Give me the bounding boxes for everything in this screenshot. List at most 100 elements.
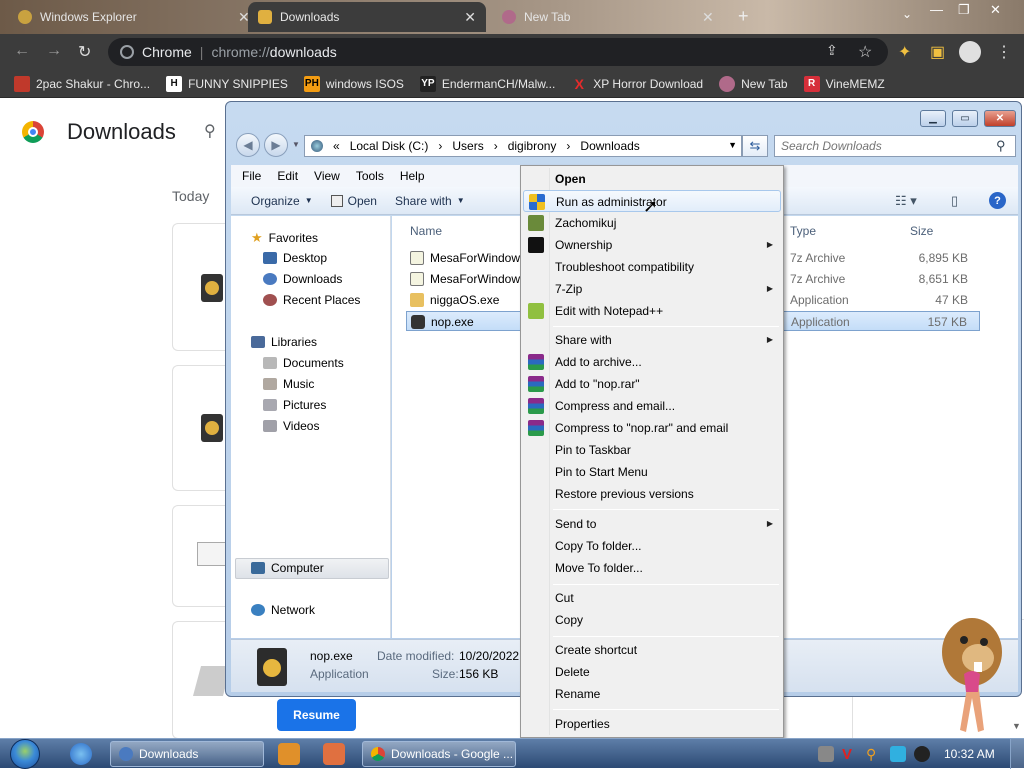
nav-computer[interactable]: Computer [251, 561, 324, 575]
menu-item-copy-to-folder[interactable]: Copy To folder... [523, 535, 781, 557]
menu-item-create-shortcut[interactable]: Create shortcut [523, 639, 781, 661]
tab-search-chevron-icon[interactable]: ⌄ [902, 7, 912, 21]
open-button[interactable]: Open [330, 194, 377, 208]
bookmark-item[interactable]: R VineMEMZ [803, 75, 885, 92]
bookmark-item[interactable]: PH windows ISOS [303, 75, 404, 92]
search-icon[interactable]: ⚲ [996, 138, 1006, 154]
organize-button[interactable]: Organize ▼ [251, 194, 313, 208]
download-card[interactable] [172, 621, 232, 739]
taskbar-task-downloads[interactable]: Downloads [110, 741, 264, 767]
menu-item-troubleshoot-compatibility[interactable]: Troubleshoot compatibility [523, 256, 781, 278]
search-icon[interactable]: ⚲ [204, 121, 216, 141]
menu-item-ownership[interactable]: Ownership ▶ [523, 234, 781, 256]
tray-display-icon[interactable] [890, 746, 906, 762]
start-button[interactable] [10, 739, 40, 769]
bookmark-item[interactable]: YP EndermanCH/Malw... [419, 75, 555, 92]
tab-windows-explorer[interactable]: Windows Explorer ✕ [8, 2, 260, 32]
menu-file[interactable]: File [242, 169, 261, 183]
view-options-icon[interactable]: ☷ ▾ [895, 193, 917, 209]
menu-item-rename[interactable]: Rename [523, 683, 781, 705]
breadcrumb-local-disk[interactable]: Local Disk (C:) [350, 139, 429, 153]
download-card[interactable] [172, 365, 232, 491]
breadcrumb-separator-icon[interactable]: › [494, 139, 498, 153]
bookmark-item[interactable]: 2pac Shakur - Chro... [14, 75, 150, 92]
extensions-puzzle-icon[interactable]: ✦ [898, 42, 911, 62]
menu-item-edit-with-notepad[interactable]: Edit with Notepad++ [523, 300, 781, 322]
nav-favorites[interactable]: ★ Favorites [251, 230, 318, 246]
menu-item-7zip[interactable]: 7-Zip ▶ [523, 278, 781, 300]
close-icon[interactable]: ✕ [464, 9, 476, 26]
tray-volume-icon[interactable] [914, 746, 930, 762]
search-downloads-input[interactable] [774, 135, 1016, 157]
address-bar[interactable]: « Local Disk (C:) › Users › digibrony › … [304, 135, 742, 157]
menu-item-add-to-nop-rar[interactable]: Add to "nop.rar" [523, 373, 781, 395]
recent-pages-chevron-icon[interactable]: ▼ [292, 140, 300, 149]
menu-help[interactable]: Help [400, 169, 425, 183]
address-dropdown-icon[interactable]: ▼ [728, 140, 737, 150]
window-close-icon[interactable]: ✕ [990, 2, 1001, 18]
tab-downloads[interactable]: Downloads ✕ [248, 2, 486, 32]
menu-view[interactable]: View [314, 169, 340, 183]
close-icon[interactable]: ✕ [702, 9, 714, 26]
breadcrumb-overflow[interactable]: « [333, 139, 340, 153]
menu-item-compress-and-email[interactable]: Compress and email... [523, 395, 781, 417]
resume-button[interactable]: Resume [277, 699, 356, 731]
tray-search-icon[interactable]: ⚲ [866, 746, 882, 762]
share-icon[interactable]: ⇪ [826, 42, 838, 59]
taskbar-clock[interactable]: 10:32 AM [944, 747, 995, 761]
column-header-type[interactable]: Type [790, 224, 816, 238]
side-panel-icon[interactable]: ▣ [930, 42, 945, 62]
explorer-close-button[interactable]: ✕ [984, 110, 1016, 127]
menu-item-share-with[interactable]: Share with ▶ [523, 329, 781, 351]
tab-new-tab[interactable]: New Tab ✕ [492, 2, 724, 32]
column-header-name[interactable]: Name [410, 224, 442, 238]
breadcrumb-downloads[interactable]: Downloads [580, 139, 639, 153]
menu-item-move-to-folder[interactable]: Move To folder... [523, 557, 781, 579]
menu-item-open[interactable]: Open [523, 168, 781, 190]
back-arrow-icon[interactable]: ← [14, 42, 30, 60]
explorer-maximize-button[interactable]: ▭ [952, 110, 978, 127]
bookmark-item[interactable]: H FUNNY SNIPPIES [166, 75, 288, 92]
bookmark-item[interactable]: X XP Horror Download [571, 76, 704, 92]
taskbar-task-chrome[interactable]: Downloads - Google ... [362, 741, 516, 767]
nav-music[interactable]: Music [263, 377, 314, 391]
explorer-back-icon[interactable]: ◀ [236, 133, 260, 157]
menu-item-copy[interactable]: Copy [523, 609, 781, 631]
nav-documents[interactable]: Documents [263, 356, 344, 370]
internet-explorer-icon[interactable] [70, 743, 92, 765]
chrome-menu-icon[interactable]: ⋮ [996, 42, 1012, 62]
paint-icon[interactable] [323, 743, 345, 765]
breadcrumb-digibrony[interactable]: digibrony [508, 139, 557, 153]
menu-item-restore-previous-versions[interactable]: Restore previous versions [523, 483, 781, 505]
breadcrumb-separator-icon[interactable]: › [438, 139, 442, 153]
menu-item-add-to-archive[interactable]: Add to archive... [523, 351, 781, 373]
column-header-size[interactable]: Size [910, 224, 933, 238]
breadcrumb-users[interactable]: Users [452, 139, 483, 153]
download-card[interactable] [172, 505, 232, 607]
reload-icon[interactable]: ↻ [78, 42, 91, 62]
download-card[interactable] [172, 223, 232, 351]
menu-tools[interactable]: Tools [356, 169, 384, 183]
share-with-button[interactable]: Share with ▼ [395, 194, 465, 208]
profile-avatar[interactable] [959, 41, 981, 63]
bookmark-star-icon[interactable]: ☆ [858, 42, 872, 62]
refresh-icon[interactable]: ⇆ [742, 135, 768, 157]
tray-vlc-icon[interactable]: V [842, 746, 858, 763]
nav-network[interactable]: Network [251, 603, 315, 617]
menu-item-pin-to-start-menu[interactable]: Pin to Start Menu [523, 461, 781, 483]
forward-arrow-icon[interactable]: → [46, 42, 62, 60]
explorer-forward-icon[interactable]: ▶ [264, 133, 288, 157]
menu-item-cut[interactable]: Cut [523, 587, 781, 609]
nav-pictures[interactable]: Pictures [263, 398, 326, 412]
show-desktop-button[interactable] [1010, 739, 1024, 769]
bookmark-item[interactable]: New Tab [719, 75, 788, 92]
restore-icon[interactable]: ❐ [958, 2, 970, 18]
nav-videos[interactable]: Videos [263, 419, 319, 433]
explorer-minimize-button[interactable]: ▁ [920, 110, 946, 127]
help-icon[interactable]: ? [989, 192, 1006, 209]
omnibox[interactable]: Chrome | chrome://downloads [108, 38, 888, 66]
menu-item-delete[interactable]: Delete [523, 661, 781, 683]
nav-desktop[interactable]: Desktop [263, 251, 327, 265]
minimize-icon[interactable]: — [930, 2, 943, 17]
nav-recent-places[interactable]: Recent Places [263, 293, 360, 307]
